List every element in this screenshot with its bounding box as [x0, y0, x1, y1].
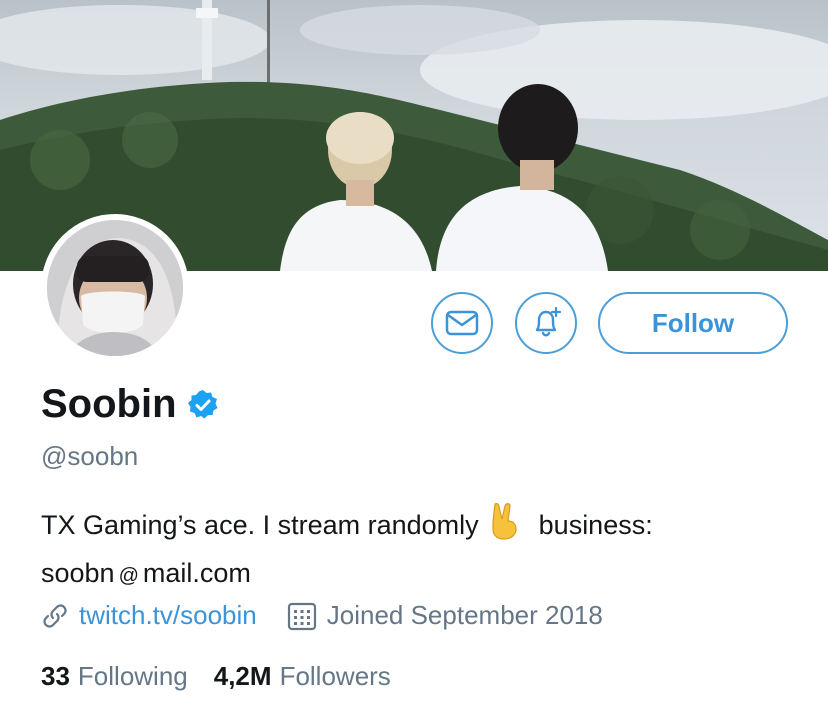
bio-email-user: soobn: [41, 558, 115, 588]
profile-stats: 33 Following 4,2M Followers: [41, 661, 391, 692]
link-icon: [43, 603, 67, 628]
message-button[interactable]: [431, 292, 493, 354]
profile-avatar[interactable]: [41, 214, 189, 362]
envelope-icon: [445, 310, 479, 336]
bio-text-business: business:: [538, 510, 653, 540]
bio-email-domain: mail.com: [142, 558, 251, 588]
verified-badge-icon: [187, 389, 218, 418]
profile-handle: @soobn: [41, 441, 139, 471]
profile-name-row: Soobin: [41, 382, 219, 427]
profile-website-link[interactable]: twitch.tv/soobin: [79, 600, 257, 631]
calendar-icon: [287, 602, 316, 630]
following-label: Following: [77, 661, 188, 691]
followers-count: 4,2M: [213, 661, 272, 691]
profile-bio: TX Gaming’s ace. I stream randomly busin…: [41, 502, 801, 597]
profile-meta: twitch.tv/soobin Joined September 2018: [41, 600, 603, 631]
avatar-photo: [47, 220, 183, 356]
following-count: 33: [41, 661, 70, 691]
followers-stat[interactable]: 4,2M Followers: [214, 661, 391, 692]
follow-button[interactable]: Follow: [598, 292, 788, 354]
following-stat[interactable]: 33 Following: [41, 661, 188, 692]
followers-label: Followers: [279, 661, 391, 691]
profile-name: Soobin: [41, 382, 177, 426]
notifications-button[interactable]: [515, 292, 577, 354]
victory-hand-emoji: [489, 502, 521, 552]
profile-joined-date: Joined September 2018: [326, 600, 603, 630]
bell-plus-icon: [535, 306, 562, 337]
bio-email-at: @: [118, 565, 139, 587]
bio-text: TX Gaming’s ace. I stream randomly: [41, 510, 479, 540]
